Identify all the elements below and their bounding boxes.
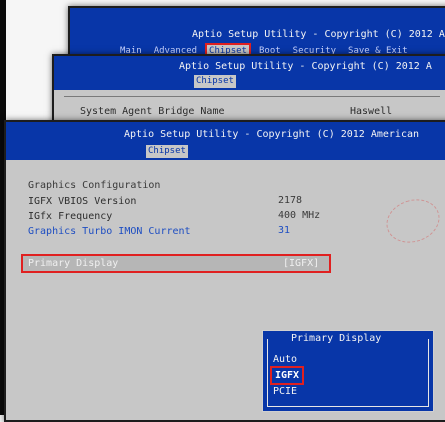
graphics-config-values: 2178 400 MHz 31 bbox=[278, 193, 320, 238]
tab-chipset[interactable]: Chipset bbox=[146, 145, 188, 158]
bios-tab-bar: Chipset bbox=[146, 145, 188, 158]
turbo-imon-value[interactable]: 31 bbox=[278, 223, 320, 238]
primary-display-popup: Primary Display Auto IGFX PCIE bbox=[262, 330, 434, 412]
system-agent-row: System Agent Bridge Name Haswell bbox=[80, 106, 440, 117]
bios-title-bar: Aptio Setup Utility - Copyright (C) 2012… bbox=[70, 8, 445, 60]
turbo-imon-label[interactable]: Graphics Turbo IMON Current bbox=[28, 224, 191, 239]
bios-title: Aptio Setup Utility - Copyright (C) 2012… bbox=[124, 129, 420, 140]
graphics-config-list: Graphics Configuration IGFX VBIOS Versio… bbox=[28, 178, 191, 239]
bios-title: Aptio Setup Utility - Copyright (C) 2012… bbox=[192, 29, 445, 40]
bios-title-bar: Aptio Setup Utility - Copyright (C) 2012… bbox=[54, 56, 445, 90]
option-igfx[interactable]: IGFX bbox=[269, 366, 305, 385]
igfx-frequency-value: 400 MHz bbox=[278, 210, 321, 221]
primary-display-row[interactable]: Primary Display [IGFX] bbox=[21, 254, 331, 273]
popup-title: Primary Display bbox=[287, 333, 386, 344]
bios-screen-graphics-config: Aptio Setup Utility - Copyright (C) 2012… bbox=[4, 120, 445, 422]
system-agent-value: Haswell bbox=[350, 106, 393, 117]
igfx-vbios-value: 2178 bbox=[278, 195, 303, 206]
bios-tab-bar: Chipset bbox=[194, 75, 236, 88]
tab-chipset[interactable]: Chipset bbox=[194, 75, 236, 88]
igfx-frequency-label: IGfx Frequency bbox=[28, 211, 113, 222]
primary-display-value: [IGFX] bbox=[283, 258, 320, 269]
igfx-vbios-label: IGFX VBIOS Version bbox=[28, 196, 137, 207]
graphics-config-heading: Graphics Configuration bbox=[28, 180, 161, 191]
primary-display-label: Primary Display bbox=[28, 258, 119, 269]
system-agent-label: System Agent Bridge Name bbox=[80, 106, 225, 117]
option-auto[interactable]: Auto bbox=[273, 353, 297, 366]
option-pcie[interactable]: PCIE bbox=[273, 385, 297, 398]
pane-divider bbox=[64, 96, 440, 97]
bios-title-bar: Aptio Setup Utility - Copyright (C) 2012… bbox=[6, 122, 445, 160]
watermark-stamp bbox=[380, 192, 445, 250]
bios-title: Aptio Setup Utility - Copyright (C) 2012… bbox=[179, 61, 432, 72]
